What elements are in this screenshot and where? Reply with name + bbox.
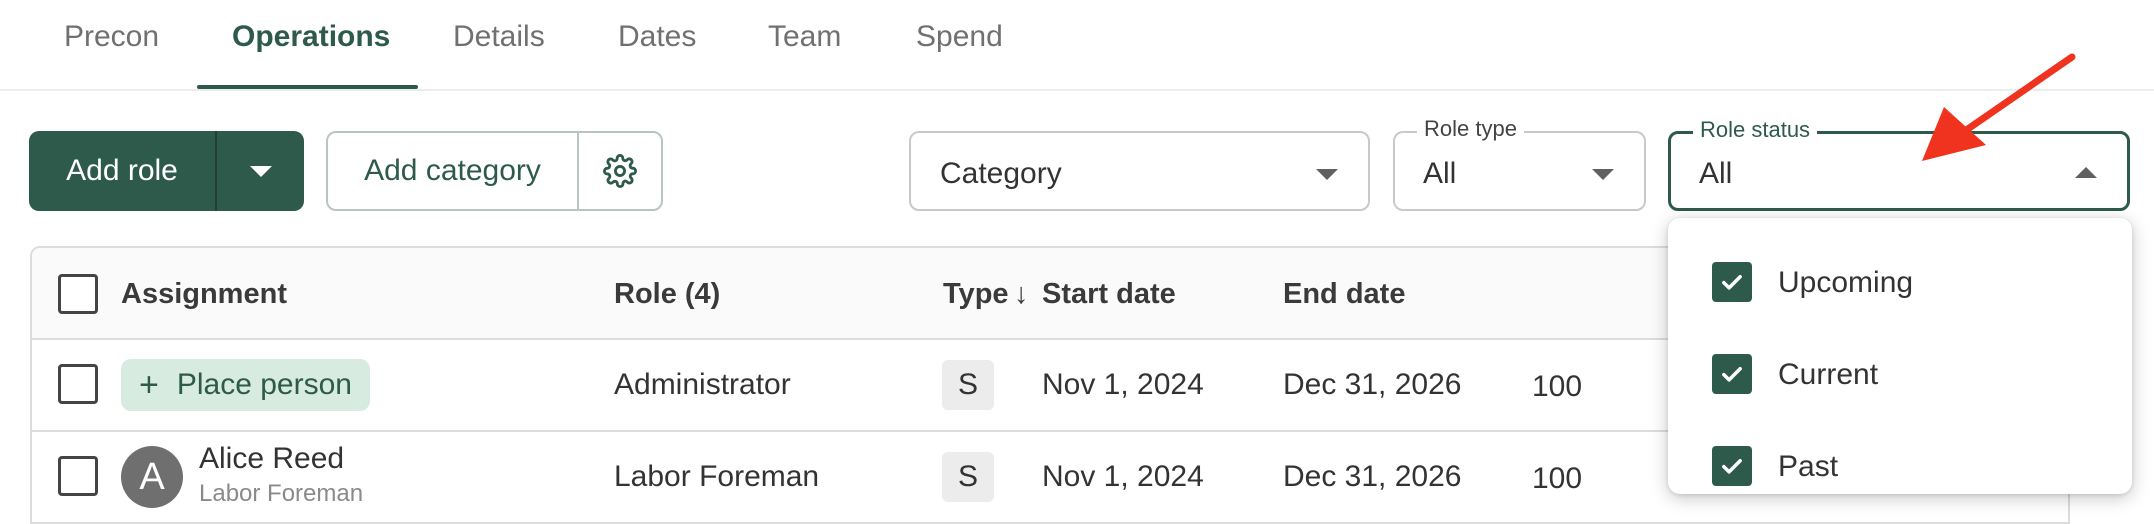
row-checkbox[interactable]	[58, 456, 98, 496]
add-role-split-button: Add role	[29, 131, 304, 211]
end-date-cell: Dec 31, 2026	[1283, 368, 1462, 401]
role-status-value: All	[1699, 157, 1733, 190]
tab-team[interactable]: Team	[768, 20, 841, 54]
checkbox-checked-icon[interactable]	[1712, 446, 1752, 486]
end-date-cell: Dec 31, 2026	[1283, 460, 1462, 493]
annotation-arrow-icon	[1922, 53, 2076, 161]
col-type[interactable]: Type	[943, 278, 1009, 311]
chevron-down-icon	[1592, 169, 1614, 180]
role-status-label: Role status	[1693, 117, 1818, 143]
tab-bar: Precon Operations Details Dates Team Spe…	[0, 0, 2154, 91]
place-person-label: Place person	[176, 368, 352, 401]
chevron-down-icon	[249, 165, 272, 177]
tab-operations[interactable]: Operations	[232, 20, 390, 54]
type-badge-label: S	[957, 368, 978, 401]
category-select[interactable]: Category	[909, 131, 1370, 211]
status-option-label: Current	[1778, 358, 1879, 391]
add-category-group: Add category	[326, 131, 663, 211]
add-category-button[interactable]: Add category	[328, 133, 577, 209]
allocation-cell: 100	[1532, 462, 1583, 495]
allocation-cell: 100	[1532, 370, 1583, 403]
place-person-button[interactable]: + Place person	[121, 359, 370, 411]
role-cell: Labor Foreman	[614, 460, 820, 493]
gear-icon	[603, 154, 637, 188]
col-start-date[interactable]: Start date	[1042, 278, 1176, 311]
tab-precon[interactable]: Precon	[64, 20, 159, 54]
tab-details[interactable]: Details	[453, 20, 545, 54]
add-role-button[interactable]: Add role	[29, 131, 215, 211]
role-status-menu: Upcoming Current Past	[1668, 218, 2132, 494]
role-type-select[interactable]: Role type All	[1393, 116, 1646, 211]
plus-icon: +	[139, 366, 159, 404]
checkbox-checked-icon[interactable]	[1712, 354, 1752, 394]
start-date-cell: Nov 1, 2024	[1042, 368, 1204, 401]
active-tab-indicator	[197, 85, 418, 89]
status-option-label: Past	[1778, 450, 1839, 483]
avatar-initial: A	[139, 455, 165, 498]
col-assignment[interactable]: Assignment	[121, 278, 287, 311]
sort-arrow-icon[interactable]: ↓	[1014, 278, 1029, 311]
type-badge: S	[942, 360, 994, 410]
tab-dates[interactable]: Dates	[618, 20, 696, 54]
status-option-label: Upcoming	[1778, 266, 1914, 299]
checkbox-checked-icon[interactable]	[1712, 262, 1752, 302]
type-badge: S	[942, 452, 994, 502]
start-date-cell: Nov 1, 2024	[1042, 460, 1204, 493]
assignee-subtitle: Labor Foreman	[199, 480, 364, 507]
select-all-checkbox[interactable]	[58, 274, 98, 314]
role-cell: Administrator	[614, 368, 791, 401]
type-badge-label: S	[957, 460, 978, 493]
col-end-date[interactable]: End date	[1283, 278, 1405, 311]
category-select-value: Category	[940, 157, 1062, 190]
add-role-menu-button[interactable]	[217, 131, 304, 211]
status-option-current[interactable]: Current	[1668, 334, 2132, 414]
status-option-past[interactable]: Past	[1668, 426, 2132, 506]
avatar: A	[121, 446, 183, 508]
status-option-upcoming[interactable]: Upcoming	[1668, 242, 2132, 322]
role-type-value: All	[1423, 157, 1457, 190]
assignee-name[interactable]: Alice Reed	[199, 442, 344, 476]
chevron-down-icon	[1316, 169, 1338, 180]
row-checkbox[interactable]	[58, 364, 98, 404]
category-settings-button[interactable]	[579, 133, 661, 209]
tab-spend[interactable]: Spend	[916, 20, 1003, 54]
col-role[interactable]: Role (4)	[614, 278, 720, 311]
role-type-label: Role type	[1417, 116, 1524, 142]
